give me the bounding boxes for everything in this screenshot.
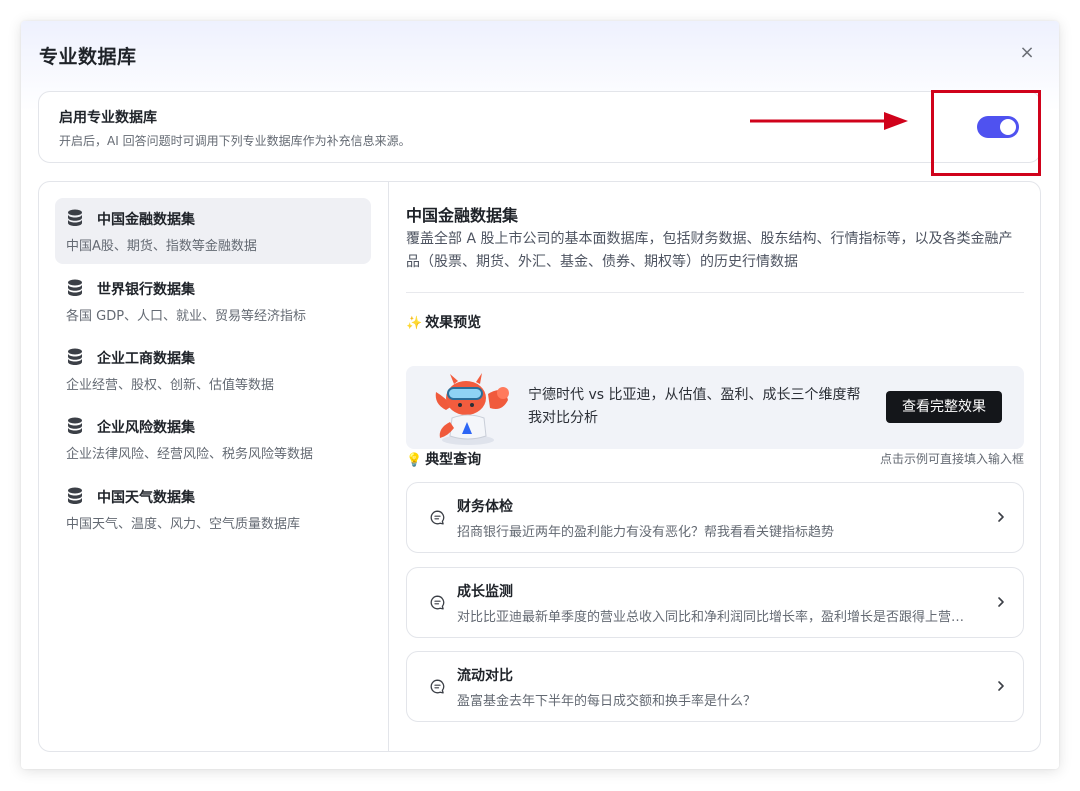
database-icon [68, 487, 82, 504]
queries-section-title: 💡 典型查询 [406, 449, 481, 469]
preview-card: 宁德时代 vs 比亚迪，从估值、盈利、成长三个维度帮我对比分析 查看完整效果 [406, 366, 1024, 449]
close-icon[interactable]: × [1019, 44, 1035, 62]
dataset-item-world-bank[interactable]: 世界银行数据集 各国 GDP、人口、就业、贸易等经济指标 [55, 268, 371, 334]
query-card-financial-checkup[interactable]: 财务体检 招商银行最近两年的盈利能力有没有恶化？帮我看看关键指标趋势 [406, 482, 1024, 553]
sparkles-icon: ✨ [406, 316, 423, 331]
dataset-panel: 中国金融数据集 中国A股、期货、指数等金融数据 世界银行数据集 各国 GDP、人… [38, 181, 1041, 752]
divider [406, 292, 1024, 293]
detail-description: 覆盖全部 A 股上市公司的基本面数据库，包括财务数据、股东结构、行情指标等，以及… [406, 231, 1013, 270]
preview-section-title: ✨ 效果预览 [406, 312, 481, 332]
dataset-list: 中国金融数据集 中国A股、期货、指数等金融数据 世界银行数据集 各国 GDP、人… [39, 182, 389, 751]
modal-title: 专业数据库 [39, 46, 137, 68]
annotation-highlight-box [931, 90, 1041, 176]
dataset-desc: 中国天气、温度、风力、空气质量数据库 [66, 517, 301, 532]
chevron-right-icon [998, 681, 1004, 691]
enable-description: 开启后，AI 回答问题时可调用下列专业数据库作为补充信息来源。 [59, 134, 411, 148]
dataset-name: 世界银行数据集 [97, 282, 195, 298]
chat-bubble-icon [430, 679, 445, 694]
dataset-desc: 各国 GDP、人口、就业、贸易等经济指标 [66, 309, 307, 324]
view-full-result-button[interactable]: 查看完整效果 [886, 391, 1002, 423]
chat-bubble-icon [430, 595, 445, 610]
query-text: 盈富基金去年下半年的每日成交额和换手率是什么？ [457, 694, 757, 709]
dataset-desc: 企业法律风险、经营风险、税务风险等数据 [66, 447, 314, 462]
dataset-item-enterprise-business[interactable]: 企业工商数据集 企业经营、股权、创新、估值等数据 [55, 337, 371, 403]
database-icon [68, 348, 82, 365]
dataset-name: 中国天气数据集 [97, 490, 195, 506]
query-title: 流动对比 [457, 668, 513, 684]
query-card-liquidity-compare[interactable]: 流动对比 盈富基金去年下半年的每日成交额和换手率是什么？ [406, 651, 1024, 722]
dataset-item-china-weather[interactable]: 中国天气数据集 中国天气、温度、风力、空气质量数据库 [55, 476, 371, 542]
dataset-name: 中国金融数据集 [97, 212, 195, 228]
detail-title: 中国金融数据集 [406, 206, 519, 225]
query-card-growth-monitor[interactable]: 成长监测 对比比亚迪最新单季度的营业总收入同比和净利润同比增长率，盈利增长是否跟… [406, 567, 1024, 638]
queries-title-text: 典型查询 [425, 452, 482, 468]
dataset-detail: 中国金融数据集 覆盖全部 A 股上市公司的基本面数据库，包括财务数据、股东结构、… [406, 182, 1024, 751]
preview-title-text: 效果预览 [425, 315, 482, 331]
dataset-name: 企业风险数据集 [97, 420, 195, 436]
preview-text: 宁德时代 vs 比亚迪，从估值、盈利、成长三个维度帮我对比分析 [528, 387, 861, 426]
chat-bubble-icon [430, 510, 445, 525]
query-title: 财务体检 [457, 499, 513, 515]
annotation-arrow [750, 112, 908, 130]
query-title: 成长监测 [457, 584, 513, 600]
database-icon [68, 417, 82, 434]
dataset-desc: 企业经营、股权、创新、估值等数据 [66, 378, 275, 393]
mascot-illustration [435, 373, 509, 445]
lightbulb-icon: 💡 [406, 453, 423, 468]
dataset-item-china-finance[interactable]: 中国金融数据集 中国A股、期货、指数等金融数据 [55, 198, 371, 264]
query-text: 招商银行最近两年的盈利能力有没有恶化？帮我看看关键指标趋势 [457, 525, 835, 540]
query-text: 对比比亚迪最新单季度的营业总收入同比和净利润同比增长率，盈利增长是否跟得上营收增… [457, 610, 977, 625]
dataset-item-enterprise-risk[interactable]: 企业风险数据集 企业法律风险、经营风险、税务风险等数据 [55, 406, 371, 472]
queries-hint: 点击示例可直接填入输入框 [879, 452, 1024, 466]
database-icon [68, 279, 82, 296]
database-icon [68, 209, 82, 226]
dataset-desc: 中国A股、期货、指数等金融数据 [66, 239, 257, 254]
chevron-right-icon [998, 512, 1004, 522]
chevron-right-icon [998, 597, 1004, 607]
enable-title: 启用专业数据库 [59, 110, 157, 126]
dataset-name: 企业工商数据集 [97, 351, 195, 367]
